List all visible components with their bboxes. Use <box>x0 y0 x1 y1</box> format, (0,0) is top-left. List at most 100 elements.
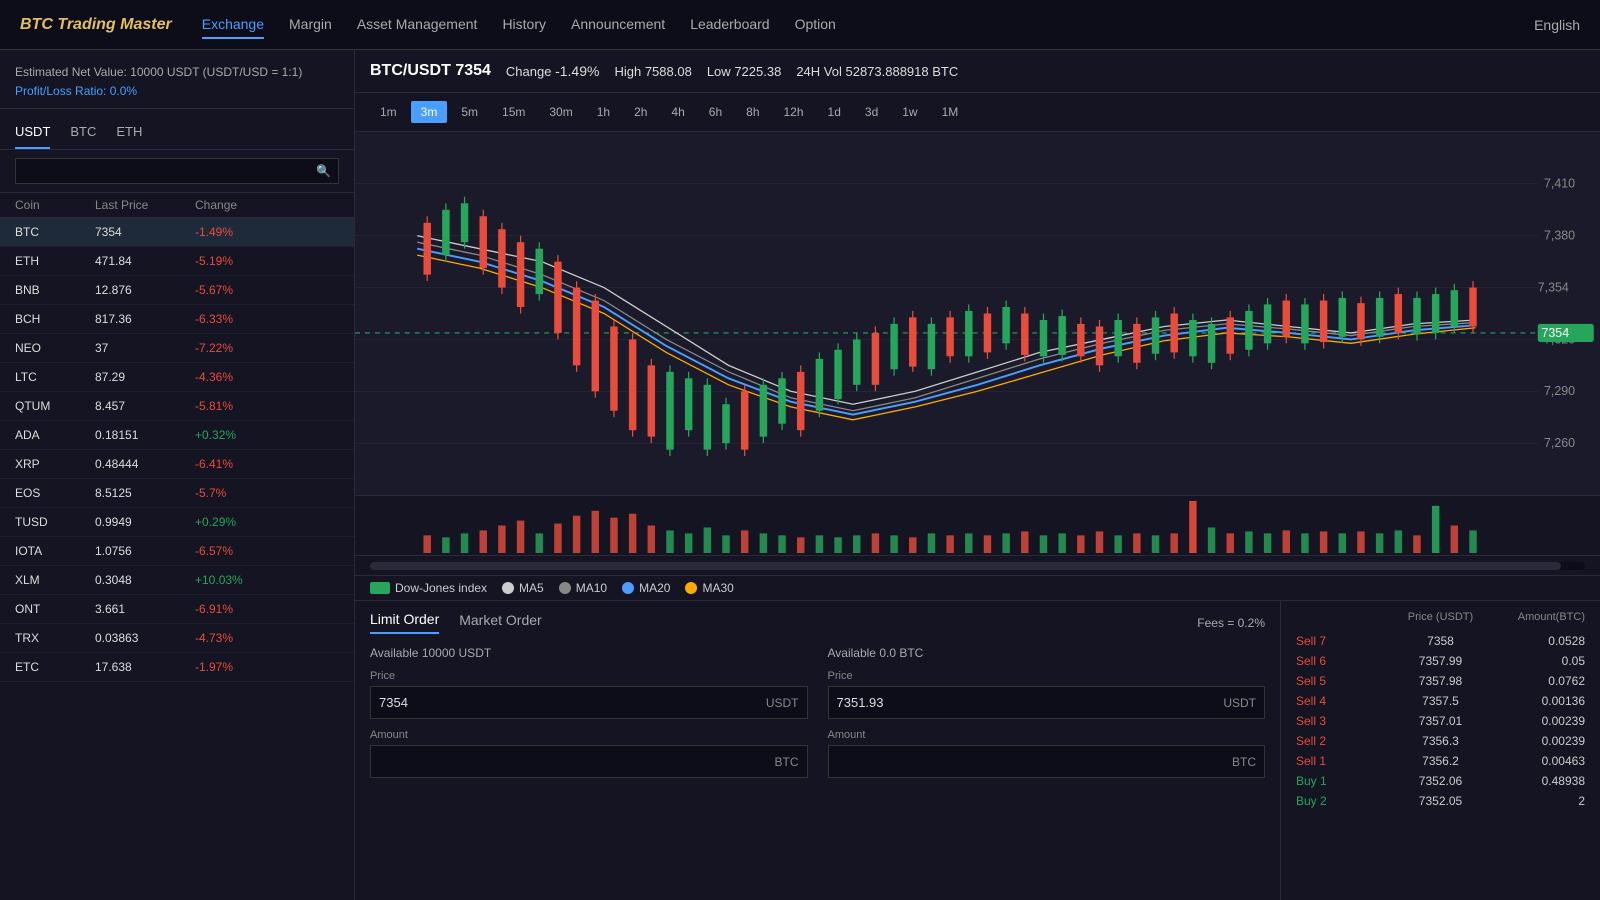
chart-scrollbar[interactable] <box>355 555 1600 575</box>
tab-market-order[interactable]: Market Order <box>459 612 541 633</box>
nav-announcement[interactable]: Announcement <box>571 11 665 39</box>
coin-row[interactable]: LTC 87.29 -4.36% <box>0 363 354 392</box>
coin-row[interactable]: ADA 0.18151 +0.32% <box>0 421 354 450</box>
time-btn-30m[interactable]: 30m <box>539 101 582 123</box>
ob-sell-price: 7356.3 <box>1392 734 1488 748</box>
time-btn-3d[interactable]: 3d <box>855 101 888 123</box>
time-btn-4h[interactable]: 4h <box>661 101 694 123</box>
ob-sell-amount: 0.00136 <box>1489 694 1585 708</box>
tab-btc[interactable]: BTC <box>70 119 96 149</box>
nav-history[interactable]: History <box>502 11 546 39</box>
ob-sell-label: Sell 1 <box>1296 754 1392 768</box>
chart-area[interactable]: 7,410 7,380 7,354 7,320 7,290 7,260 7354 <box>355 132 1600 495</box>
fees-info: Fees = 0.2% <box>1197 616 1265 630</box>
ob-col-price: Price (USDT) <box>1392 611 1488 623</box>
search-input[interactable] <box>15 158 339 184</box>
sell-price-input[interactable] <box>829 687 1216 718</box>
ma30-label: MA30 <box>702 581 733 595</box>
coin-row[interactable]: ONT 3.661 -6.91% <box>0 595 354 624</box>
ob-buy-amount: 0.48938 <box>1489 774 1585 788</box>
ob-col-amount: Amount(BTC) <box>1489 611 1585 623</box>
coin-change: -5.81% <box>195 399 339 413</box>
buy-price-unit: USDT <box>758 688 807 718</box>
coin-change: -6.41% <box>195 457 339 471</box>
nav-leaderboard[interactable]: Leaderboard <box>690 11 769 39</box>
ma5-label: MA5 <box>519 581 544 595</box>
ob-sell-row: Sell 7 7358 0.0528 <box>1291 631 1590 651</box>
order-tabs: Limit Order Market Order Fees = 0.2% <box>370 611 1265 634</box>
ob-sell-row: Sell 6 7357.99 0.05 <box>1291 651 1590 671</box>
coin-row[interactable]: XRP 0.48444 -6.41% <box>0 450 354 479</box>
buy-amount-input[interactable] <box>371 746 767 777</box>
ma-30: MA30 <box>685 581 733 595</box>
language-selector[interactable]: English <box>1534 17 1580 33</box>
sell-amount-field: Amount BTC <box>828 729 1266 778</box>
ob-sell-row: Sell 2 7356.3 0.00239 <box>1291 731 1590 751</box>
ma20-label: MA20 <box>639 581 670 595</box>
search-icon[interactable]: 🔍 <box>316 164 331 178</box>
coin-row[interactable]: XLM 0.3048 +10.03% <box>0 566 354 595</box>
search-box: 🔍 <box>0 150 354 193</box>
sell-price-unit: USDT <box>1215 688 1264 718</box>
time-buttons: 1m3m5m15m30m1h2h4h6h8h12h1d3d1w1M <box>355 93 1600 132</box>
coin-change: +0.29% <box>195 515 339 529</box>
ma-20: MA20 <box>622 581 670 595</box>
time-btn-8h[interactable]: 8h <box>736 101 769 123</box>
tab-usdt[interactable]: USDT <box>15 119 50 149</box>
chart-change-label: Change -1.49% <box>506 63 600 79</box>
ma30-color <box>685 582 697 594</box>
nav-exchange[interactable]: Exchange <box>202 11 264 39</box>
time-btn-5m[interactable]: 5m <box>451 101 488 123</box>
coin-change: -6.33% <box>195 312 339 326</box>
ob-sell-amount: 0.00239 <box>1489 734 1585 748</box>
coin-row[interactable]: TUSD 0.9949 +0.29% <box>0 508 354 537</box>
nav-margin[interactable]: Margin <box>289 11 332 39</box>
nav-option[interactable]: Option <box>795 11 836 39</box>
coin-row[interactable]: ETC 17.638 -1.97% <box>0 653 354 682</box>
ob-sell-rows: Sell 7 7358 0.0528 Sell 6 7357.99 0.05 S… <box>1291 631 1590 771</box>
ob-buy-label: Buy 2 <box>1296 794 1392 808</box>
profit-ratio: Profit/Loss Ratio: 0.0% <box>15 84 339 98</box>
volume-chart <box>355 495 1600 555</box>
buy-price-input[interactable] <box>371 687 758 718</box>
time-btn-6h[interactable]: 6h <box>699 101 732 123</box>
coin-change: -6.57% <box>195 544 339 558</box>
coin-row[interactable]: ETH 471.84 -5.19% <box>0 247 354 276</box>
coin-tabs: USDT BTC ETH <box>0 109 354 150</box>
coin-price: 17.638 <box>95 660 195 674</box>
time-btn-1m[interactable]: 1M <box>932 101 969 123</box>
coin-row[interactable]: TRX 0.03863 -4.73% <box>0 624 354 653</box>
time-btn-1m[interactable]: 1m <box>370 101 407 123</box>
time-btn-2h[interactable]: 2h <box>624 101 657 123</box>
time-btn-12h[interactable]: 12h <box>774 101 814 123</box>
coin-row[interactable]: NEO 37 -7.22% <box>0 334 354 363</box>
sell-available: Available 0.0 BTC <box>828 646 1266 660</box>
coin-row[interactable]: EOS 8.5125 -5.7% <box>0 479 354 508</box>
time-btn-1d[interactable]: 1d <box>818 101 851 123</box>
coin-row[interactable]: IOTA 1.0756 -6.57% <box>0 537 354 566</box>
ob-sell-label: Sell 6 <box>1296 654 1392 668</box>
time-btn-1w[interactable]: 1w <box>892 101 927 123</box>
coin-change: -7.22% <box>195 341 339 355</box>
sidebar-header: Estimated Net Value: 10000 USDT (USDT/US… <box>0 50 354 109</box>
sell-order-col: Available 0.0 BTC Price USDT Amount <box>828 646 1266 788</box>
tab-limit-order[interactable]: Limit Order <box>370 611 439 634</box>
time-btn-1h[interactable]: 1h <box>587 101 620 123</box>
ob-sell-amount: 0.0762 <box>1489 674 1585 688</box>
sell-amount-input[interactable] <box>829 746 1225 777</box>
tab-eth[interactable]: ETH <box>116 119 142 149</box>
coin-change: -5.7% <box>195 486 339 500</box>
nav-asset-management[interactable]: Asset Management <box>357 11 478 39</box>
order-book: Price (USDT) Amount(BTC) Sell 7 7358 0.0… <box>1280 601 1600 900</box>
coin-row[interactable]: BNB 12.876 -5.67% <box>0 276 354 305</box>
col-price: Last Price <box>95 198 195 212</box>
time-btn-15m[interactable]: 15m <box>492 101 535 123</box>
ob-sell-price: 7357.99 <box>1392 654 1488 668</box>
time-btn-3m[interactable]: 3m <box>411 101 448 123</box>
coin-row[interactable]: BCH 817.36 -6.33% <box>0 305 354 334</box>
coin-row[interactable]: QTUM 8.457 -5.81% <box>0 392 354 421</box>
svg-text:7,380: 7,380 <box>1544 228 1575 242</box>
chart-change-value: -1.49% <box>555 63 599 79</box>
coin-row[interactable]: BTC 7354 -1.49% <box>0 218 354 247</box>
top-nav: BTC Trading Master Exchange Margin Asset… <box>0 0 1600 50</box>
